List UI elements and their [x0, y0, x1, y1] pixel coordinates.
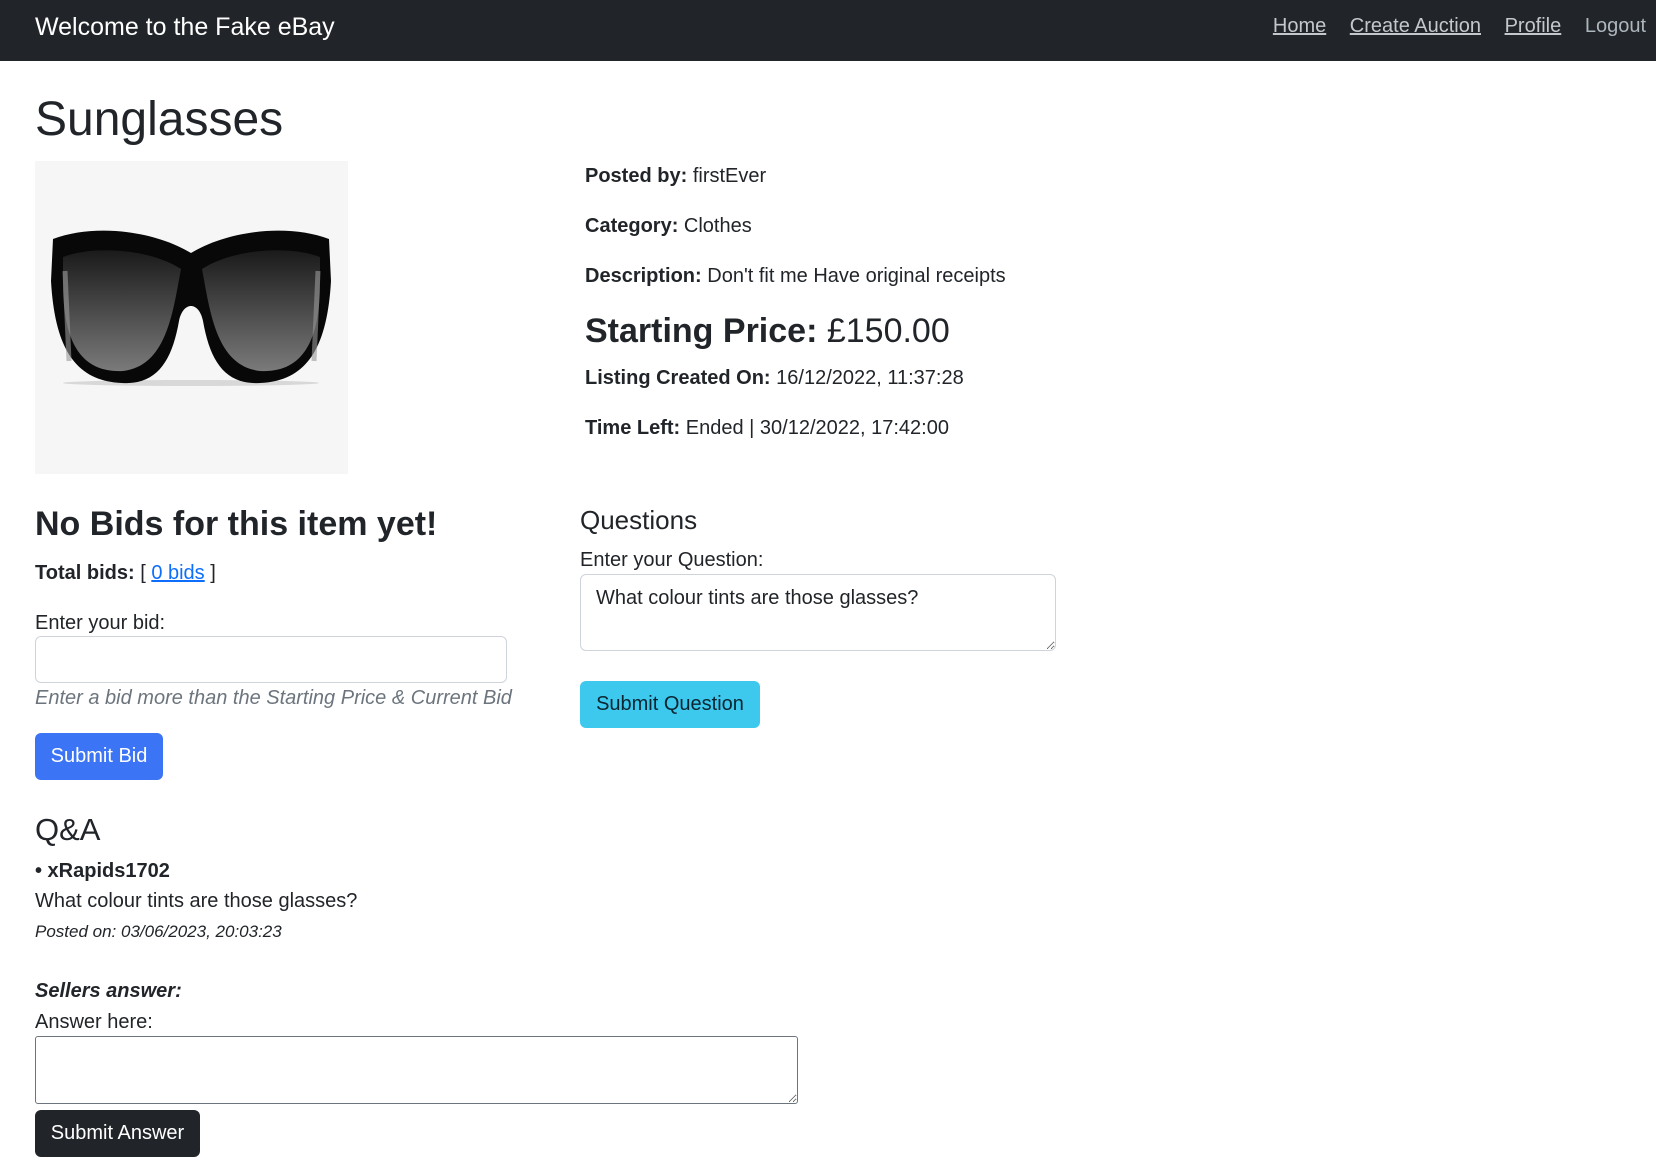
- category-row: Category: Clothes: [585, 215, 752, 238]
- answer-input[interactable]: [35, 1036, 798, 1104]
- bid-hint: Enter a bid more than the Starting Price…: [35, 687, 512, 709]
- starting-price-row: Starting Price: £150.00: [585, 312, 950, 351]
- posted-by-value: firstEver: [692, 165, 767, 187]
- submit-bid-button[interactable]: Submit Bid: [35, 733, 163, 780]
- nav-links: Home Create Auction Profile Logout: [1255, 15, 1646, 38]
- qa-heading: Q&A: [35, 812, 101, 847]
- nav-home-link[interactable]: Home: [1273, 15, 1326, 37]
- starting-price-value: £150.00: [826, 312, 950, 350]
- description-value: Don't fit me Have original receipts: [707, 265, 1006, 287]
- listing-created-value: 16/12/2022, 11:37:28: [776, 367, 964, 389]
- question-input-label: Enter your Question:: [580, 549, 764, 571]
- bracket-open: [: [140, 562, 146, 584]
- starting-price-label: Starting Price:: [585, 312, 818, 350]
- time-left-label: Time Left:: [585, 417, 681, 439]
- question-asker: • xRapids1702: [35, 860, 170, 882]
- nav-create-auction-link[interactable]: Create Auction: [1350, 15, 1481, 37]
- questions-heading: Questions: [580, 505, 698, 535]
- question-posted-date: Posted on: 03/06/2023, 20:03:23: [35, 922, 282, 941]
- category-label: Category:: [585, 215, 679, 237]
- brand-title: Welcome to the Fake eBay: [35, 13, 335, 41]
- question-text: What colour tints are those glasses?: [35, 890, 358, 912]
- bid-input[interactable]: [35, 636, 507, 683]
- time-left-row: Time Left: Ended | 30/12/2022, 17:42:00: [585, 417, 949, 440]
- bids-count-link[interactable]: 0 bids: [151, 562, 204, 584]
- nav-logout-link[interactable]: Logout: [1585, 15, 1646, 37]
- posted-by-label: Posted by:: [585, 165, 688, 187]
- description-row: Description: Don't fit me Have original …: [585, 265, 1006, 288]
- posted-by-row: Posted by: firstEver: [585, 165, 766, 188]
- total-bids-row: Total bids: [ 0 bids ]: [35, 562, 216, 585]
- total-bids-label: Total bids:: [35, 562, 135, 584]
- product-image: [35, 161, 348, 474]
- listing-created-label: Listing Created On:: [585, 367, 771, 389]
- submit-question-button[interactable]: Submit Question: [580, 681, 760, 728]
- answer-input-label: Answer here:: [35, 1011, 153, 1033]
- time-left-value: Ended | 30/12/2022, 17:42:00: [685, 417, 949, 439]
- bid-input-label: Enter your bid:: [35, 612, 166, 634]
- sellers-answer-label: Sellers answer:: [35, 980, 182, 1002]
- page-title: Sunglasses: [35, 93, 284, 146]
- bracket-close: ]: [210, 562, 216, 584]
- listing-created-row: Listing Created On: 16/12/2022, 11:37:28: [585, 367, 964, 390]
- top-navbar: Welcome to the Fake eBay Home Create Auc…: [0, 0, 1656, 61]
- submit-answer-button[interactable]: Submit Answer: [35, 1110, 200, 1157]
- no-bids-heading: No Bids for this item yet!: [35, 505, 438, 543]
- question-input[interactable]: What colour tints are those glasses?: [580, 574, 1056, 651]
- category-value: Clothes: [683, 215, 752, 237]
- nav-profile-link[interactable]: Profile: [1505, 15, 1562, 37]
- sunglasses-icon: [51, 230, 331, 386]
- description-label: Description:: [585, 265, 702, 287]
